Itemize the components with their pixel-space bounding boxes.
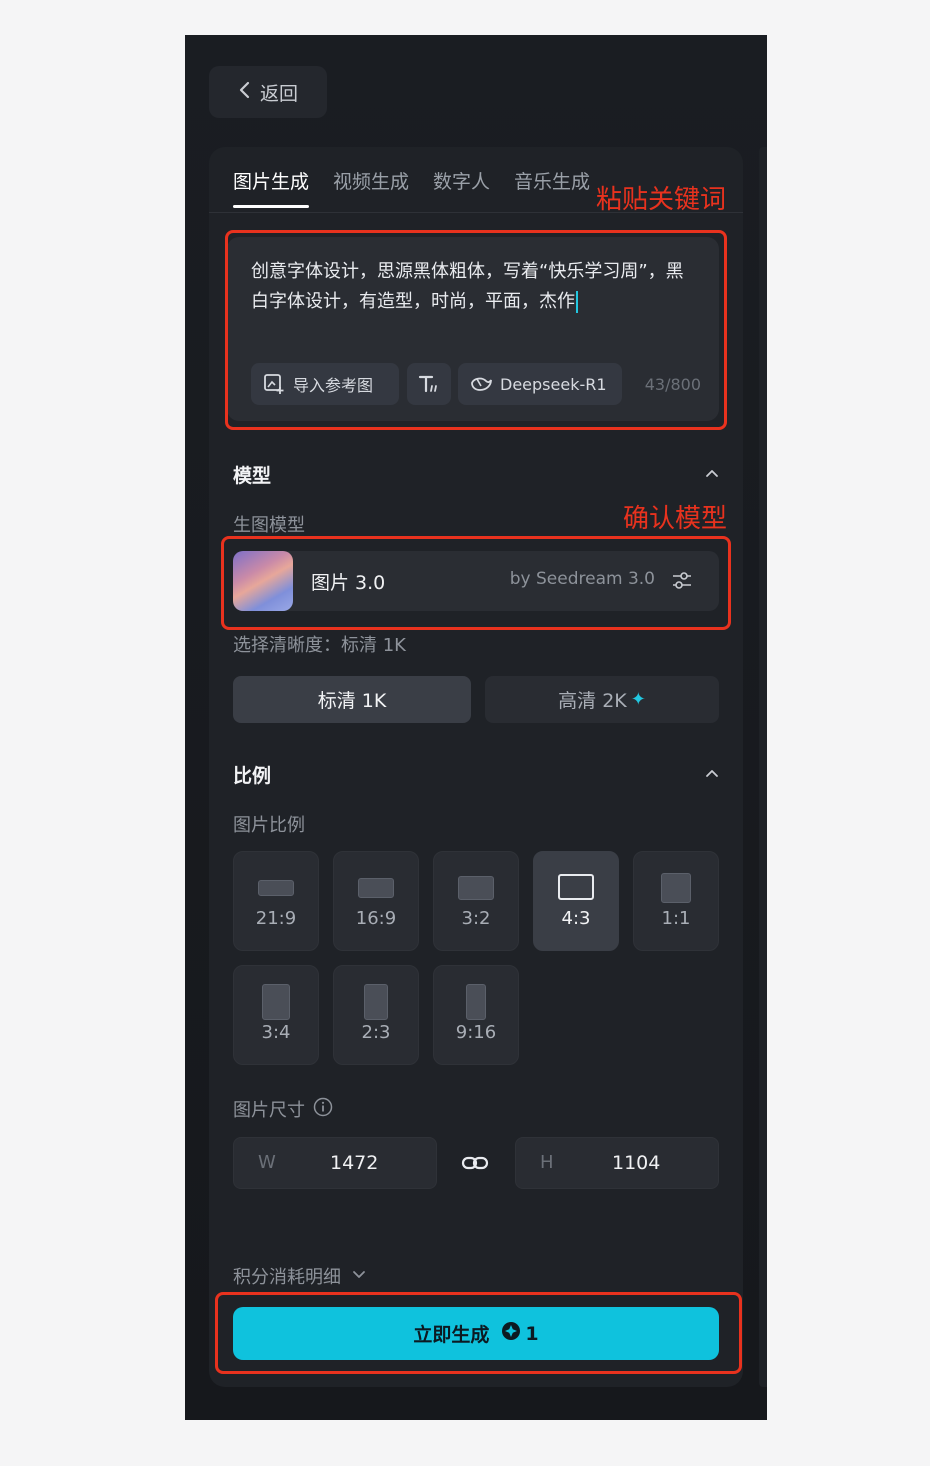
ratio-shape: [364, 984, 388, 1020]
sparkle-icon: ✦: [630, 689, 646, 710]
quality-sd-button[interactable]: 标清 1K: [233, 676, 471, 723]
app-window: 返回 图片生成 视频生成 数字人 音乐生成 创意字体设计，思源黑体粗体，写着“快…: [185, 35, 767, 1420]
size-label: 图片尺寸: [233, 1100, 305, 1121]
ratio-label: 3:2: [461, 908, 491, 929]
quality-label: 选择清晰度：标清 1K: [233, 635, 406, 656]
tab-image[interactable]: 图片生成: [233, 167, 310, 208]
ratio-label: 2:3: [361, 1022, 391, 1043]
ratio-section-title: 比例: [233, 765, 272, 787]
back-button[interactable]: 返回: [209, 66, 327, 118]
tab-video[interactable]: 视频生成: [333, 167, 409, 208]
ratio-label: 4:3: [561, 908, 591, 929]
annotation-box-prompt: [225, 230, 727, 430]
credits-label: 积分消耗明细: [233, 1267, 341, 1288]
annotation-label-paste-keywords: 粘贴关键词: [596, 185, 727, 215]
ratio-21-9[interactable]: 21:9: [233, 851, 319, 951]
width-label: W: [258, 1152, 276, 1173]
height-value: 1104: [612, 1152, 661, 1174]
height-field[interactable]: H 1104: [515, 1137, 719, 1189]
width-value: 1472: [330, 1152, 379, 1174]
ratio-shape: [466, 984, 486, 1020]
ratio-shape: [262, 984, 290, 1020]
annotation-box-generate: [215, 1292, 742, 1374]
ratio-label: 9:16: [455, 1022, 497, 1043]
tab-bar: 图片生成 视频生成 数字人 音乐生成: [233, 167, 590, 208]
annotation-box-model: [221, 536, 731, 630]
ratio-shape: [458, 876, 494, 900]
quality-hd-label: 高清 2K: [558, 690, 627, 712]
ratio-label: 3:4: [261, 1022, 291, 1043]
ratio-shape: [358, 878, 394, 898]
ratio-sub-label: 图片比例: [233, 815, 305, 836]
chevron-up-icon[interactable]: [703, 765, 721, 783]
chevron-left-icon: [238, 80, 252, 104]
ratio-shape: [558, 874, 594, 900]
width-field[interactable]: W 1472: [233, 1137, 437, 1189]
quality-sd-label: 标清 1K: [317, 690, 387, 712]
tab-digital-human[interactable]: 数字人: [433, 167, 490, 208]
info-icon[interactable]: [313, 1097, 333, 1122]
ratio-9-16[interactable]: 9:16: [433, 965, 519, 1065]
ratio-label: 21:9: [255, 908, 297, 929]
ratio-shape: [258, 880, 294, 896]
tab-music[interactable]: 音乐生成: [514, 167, 590, 208]
side-panel-edge: [759, 147, 767, 1387]
chevron-down-icon: [351, 1266, 367, 1287]
model-sub-label: 生图模型: [233, 515, 305, 536]
chevron-up-icon[interactable]: [703, 465, 721, 483]
ratio-shape: [661, 873, 691, 903]
quality-hd-button[interactable]: 高清 2K ✦: [485, 676, 719, 723]
ratio-3-4[interactable]: 3:4: [233, 965, 319, 1065]
back-label: 返回: [259, 82, 298, 105]
ratio-2-3[interactable]: 2:3: [333, 965, 419, 1065]
ratio-3-2[interactable]: 3:2: [433, 851, 519, 951]
annotation-label-confirm-model: 确认模型: [623, 504, 728, 534]
ratio-label: 16:9: [355, 908, 397, 929]
credits-detail-toggle[interactable]: 积分消耗明细: [233, 1263, 367, 1289]
ratio-label: 1:1: [661, 908, 691, 929]
model-section-title: 模型: [233, 465, 272, 487]
size-label-row: 图片尺寸: [233, 1096, 333, 1122]
height-label: H: [540, 1152, 554, 1173]
ratio-1-1[interactable]: 1:1: [633, 851, 719, 951]
link-icon[interactable]: [461, 1151, 489, 1179]
ratio-4-3[interactable]: 4:3: [533, 851, 619, 951]
ratio-16-9[interactable]: 16:9: [333, 851, 419, 951]
